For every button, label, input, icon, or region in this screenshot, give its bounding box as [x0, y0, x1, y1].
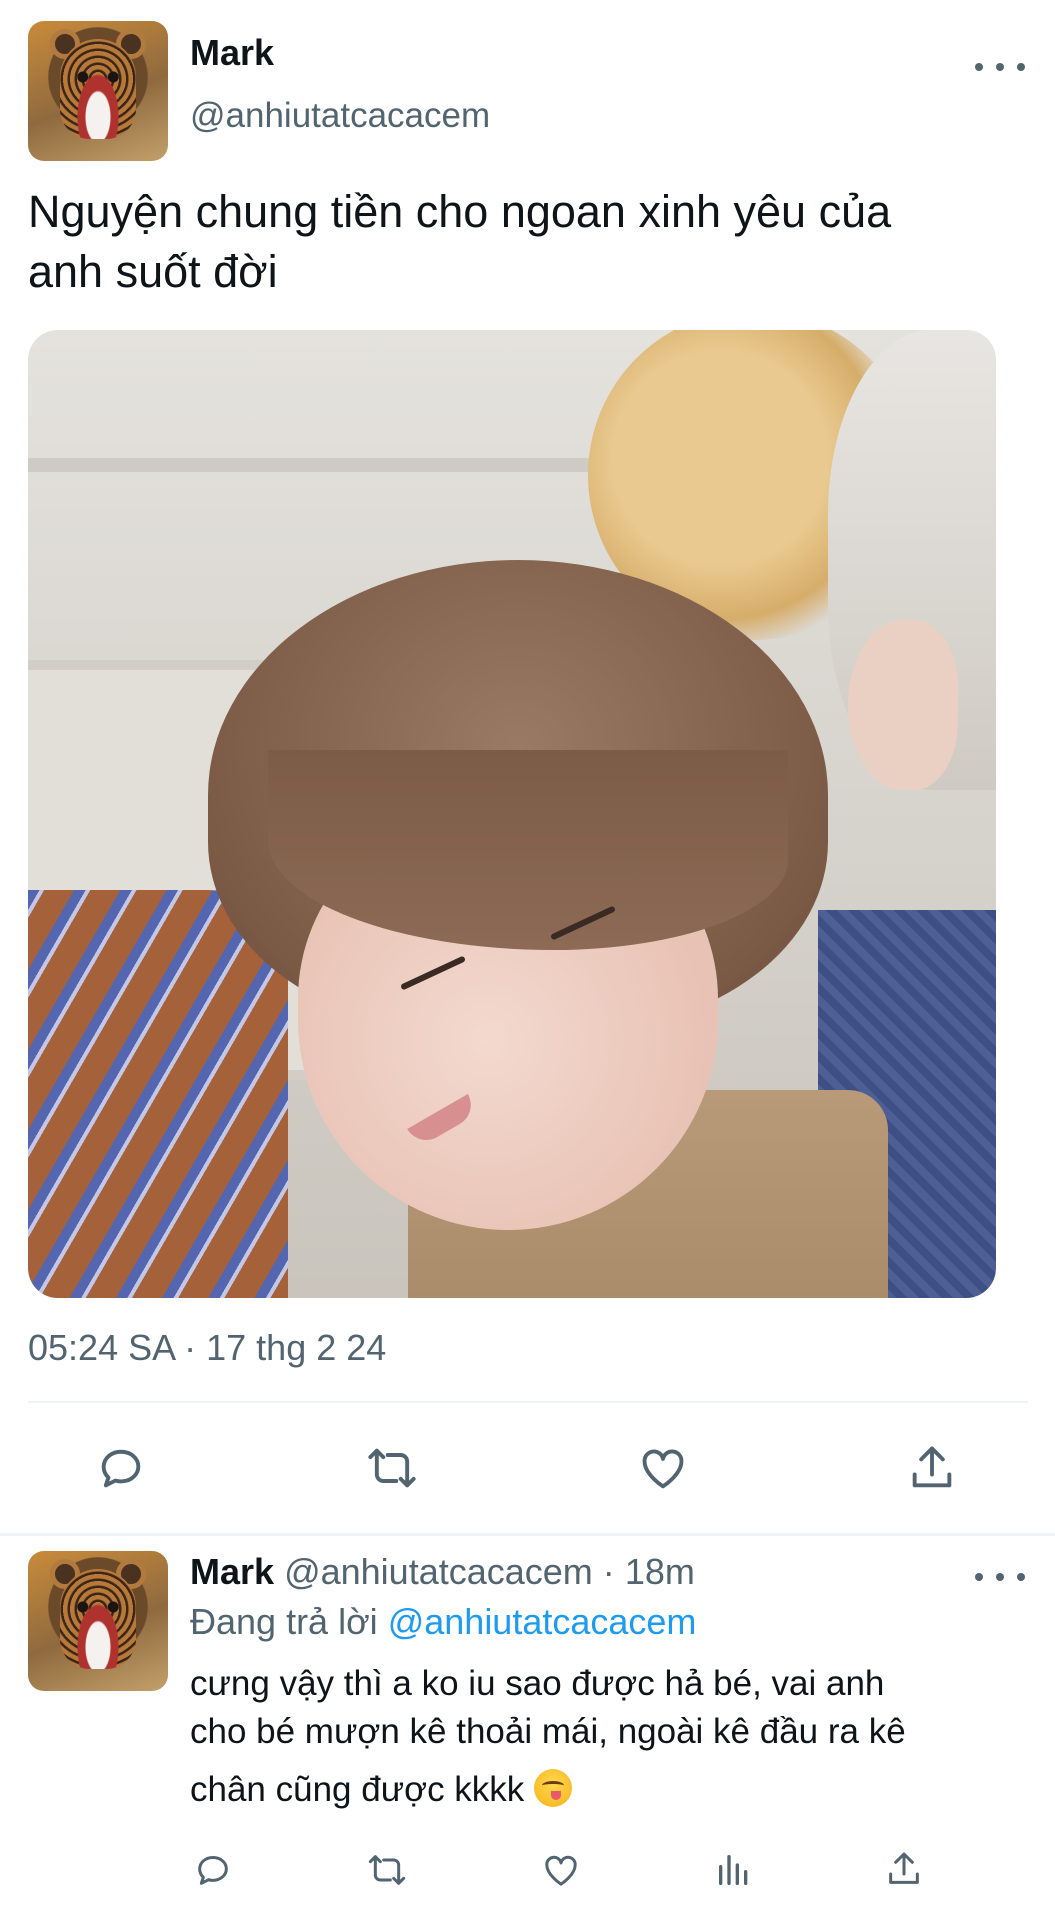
more-options-icon[interactable] — [975, 52, 1025, 82]
like-icon[interactable] — [636, 1442, 690, 1494]
reply-reply-icon[interactable] — [192, 1850, 234, 1890]
section-separator — [0, 1533, 1055, 1536]
replying-to: Đang trả lời @anhiutatcacacem — [190, 1601, 696, 1643]
tweet-text-line: Nguyện chung tiền cho ngoan xinh yêu của — [28, 186, 892, 237]
reply-retweet-icon[interactable] — [364, 1850, 410, 1890]
replying-to-label: Đang trả lời — [190, 1601, 378, 1642]
reply-text-line: cưng vậy thì a ko iu sao được hả bé, vai… — [190, 1664, 885, 1703]
divider — [28, 1401, 1028, 1403]
reply-icon[interactable] — [93, 1442, 149, 1494]
tweet-photo[interactable] — [28, 330, 996, 1298]
retweet-icon[interactable] — [362, 1442, 422, 1494]
reply-text-line: chân cũng được kkkk — [190, 1770, 525, 1809]
reply-like-icon[interactable] — [540, 1850, 582, 1890]
share-icon[interactable] — [906, 1440, 958, 1496]
separator-dot: · — [602, 1551, 615, 1592]
reply-author-avatar[interactable] — [28, 1551, 168, 1691]
reply-header: Mark @anhiutatcacacem · 18m — [190, 1551, 695, 1593]
reply-more-options-icon[interactable] — [975, 1562, 1025, 1592]
author-avatar[interactable] — [28, 21, 168, 161]
reply-author-name[interactable]: Mark — [190, 1551, 274, 1592]
tweet-text: Nguyện chung tiền cho ngoan xinh yêu của… — [28, 182, 1028, 302]
tweet-timestamp[interactable]: 05:24 SA · 17 thg 2 24 — [28, 1327, 386, 1369]
reply-share-icon[interactable] — [884, 1848, 924, 1890]
tweet-detail-page: Mark @anhiutatcacacem Nguyện chung tiền … — [0, 0, 1055, 1920]
replying-to-mention[interactable]: @anhiutatcacacem — [388, 1601, 697, 1642]
tweet-text-line: anh suốt đời — [28, 246, 278, 297]
author-handle[interactable]: @anhiutatcacacem — [190, 96, 490, 136]
reply-author-handle[interactable]: @anhiutatcacacem — [284, 1551, 593, 1592]
reply-text-line: cho bé mượn kê thoải mái, ngoài kê đầu r… — [190, 1712, 906, 1751]
analytics-icon[interactable] — [714, 1850, 754, 1890]
reply-text-line-3: chân cũng được kkkk — [190, 1766, 1010, 1814]
face-savoring-food-emoji — [534, 1769, 573, 1807]
reply-text: cưng vậy thì a ko iu sao được hả bé, vai… — [190, 1660, 1010, 1814]
reply-time[interactable]: 18m — [625, 1551, 695, 1592]
author-display-name[interactable]: Mark — [190, 32, 274, 74]
